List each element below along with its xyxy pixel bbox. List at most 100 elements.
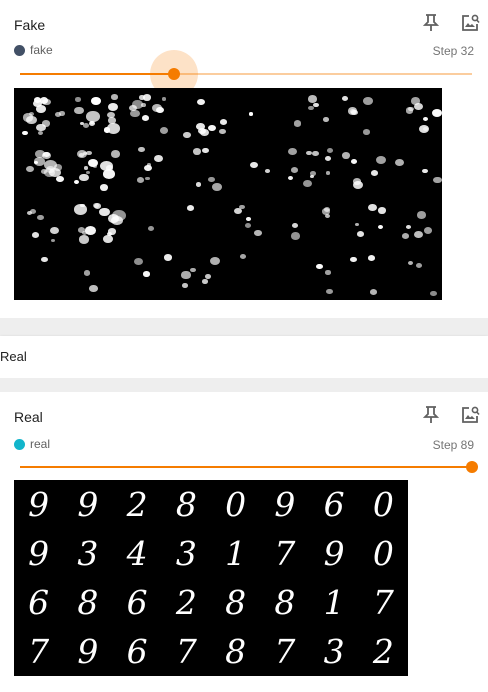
slider-track-active <box>20 466 472 468</box>
sample-blob <box>293 120 302 127</box>
run-color-dot <box>14 438 25 450</box>
sample-blob <box>88 158 99 167</box>
mnist-digit: 9 <box>77 485 99 524</box>
mnist-digit: 9 <box>274 485 296 524</box>
sample-blob <box>238 204 245 210</box>
sample-blob <box>79 235 90 244</box>
sample-blob <box>341 152 351 159</box>
step-slider[interactable] <box>20 457 478 477</box>
step-slider[interactable] <box>20 50 472 98</box>
step-label: Step 89 <box>432 438 474 452</box>
sample-blob <box>74 106 84 115</box>
mnist-digit: 3 <box>175 534 197 573</box>
sample-blob <box>92 202 99 208</box>
sample-blob <box>111 94 118 100</box>
sample-blob <box>416 211 426 219</box>
pin-icon[interactable] <box>422 14 440 37</box>
sample-blob <box>367 255 376 262</box>
sample-blob <box>326 288 333 294</box>
mnist-digit: 8 <box>274 583 296 622</box>
mnist-digit: 7 <box>274 632 296 671</box>
sample-blob <box>73 179 80 185</box>
sample-blob <box>363 97 374 106</box>
sample-blob <box>208 124 216 131</box>
sample-blob <box>326 147 334 153</box>
sample-blob <box>110 150 120 158</box>
sample-blob <box>376 155 387 165</box>
sample-blob <box>316 263 323 269</box>
slider-thumb[interactable] <box>168 68 180 80</box>
sample-blob <box>193 148 202 155</box>
mnist-digit: 2 <box>126 485 148 524</box>
tag-group-header[interactable]: Real <box>0 336 488 378</box>
sample-blob <box>244 223 251 229</box>
sample-blob <box>33 97 42 103</box>
sample-blob <box>406 225 412 229</box>
sample-blob <box>306 150 313 156</box>
sample-blob <box>54 112 62 118</box>
sample-blob <box>326 171 331 175</box>
sample-blob <box>79 121 84 125</box>
mnist-digit: 7 <box>274 534 296 573</box>
sample-blob <box>377 224 384 230</box>
mnist-digit: 8 <box>225 583 247 622</box>
sample-blob <box>414 231 424 239</box>
sample-blob <box>86 150 92 156</box>
sample-blob <box>202 147 209 153</box>
sample-blob <box>248 112 253 116</box>
sample-blob <box>99 184 109 192</box>
sample-blob <box>323 206 331 212</box>
sample-blob <box>433 176 442 184</box>
sample-blob <box>325 270 331 275</box>
sample-blob <box>132 100 143 109</box>
mnist-digit: 4 <box>126 534 148 573</box>
sample-blob <box>394 159 404 167</box>
sample-blob <box>349 256 357 263</box>
mnist-digit: 2 <box>372 632 394 671</box>
sample-blob <box>89 120 96 126</box>
mnist-digit: 8 <box>225 632 247 671</box>
sample-blob <box>112 210 126 222</box>
sample-blob <box>54 164 63 171</box>
sample-blob <box>423 226 433 234</box>
mnist-digit: 0 <box>225 485 247 524</box>
sample-blob <box>90 97 101 106</box>
run-legend: real <box>14 437 50 451</box>
sample-blob <box>254 229 262 236</box>
sample-blob <box>370 169 379 176</box>
image-settings-icon[interactable] <box>460 13 480 38</box>
sample-blob <box>182 282 189 288</box>
sample-blob <box>79 152 84 157</box>
image-settings-icon[interactable] <box>460 405 480 430</box>
sample-blob <box>73 203 88 215</box>
pin-icon[interactable] <box>422 406 440 429</box>
mnist-digit: 0 <box>372 534 394 573</box>
sample-blob <box>423 116 429 121</box>
mnist-digit: 7 <box>372 583 394 622</box>
sample-blob <box>368 203 377 211</box>
sample-blob <box>204 274 211 279</box>
sample-blob <box>291 167 299 173</box>
sample-blob <box>418 124 430 134</box>
sample-blob <box>362 129 370 135</box>
sample-blob <box>26 165 35 173</box>
mnist-digit: 8 <box>77 583 99 622</box>
mnist-digit: 3 <box>323 632 345 671</box>
sample-blob <box>401 232 410 239</box>
sample-blob <box>313 103 319 108</box>
sample-blob <box>130 109 140 117</box>
sample-blob <box>134 257 144 266</box>
mnist-digit: 9 <box>28 485 50 524</box>
sample-blob <box>303 179 313 188</box>
mnist-digit: 6 <box>126 632 148 671</box>
fake-card: Fake fake Step 32 <box>0 0 488 318</box>
mnist-digit: 3 <box>77 534 99 573</box>
section-divider <box>0 378 488 392</box>
sample-blob <box>107 102 119 112</box>
sample-blob <box>148 226 155 232</box>
sample-blob <box>369 288 378 295</box>
sample-blob <box>357 231 365 237</box>
run-name: fake <box>30 43 53 57</box>
slider-thumb[interactable] <box>466 461 478 473</box>
sample-blob <box>197 98 205 105</box>
